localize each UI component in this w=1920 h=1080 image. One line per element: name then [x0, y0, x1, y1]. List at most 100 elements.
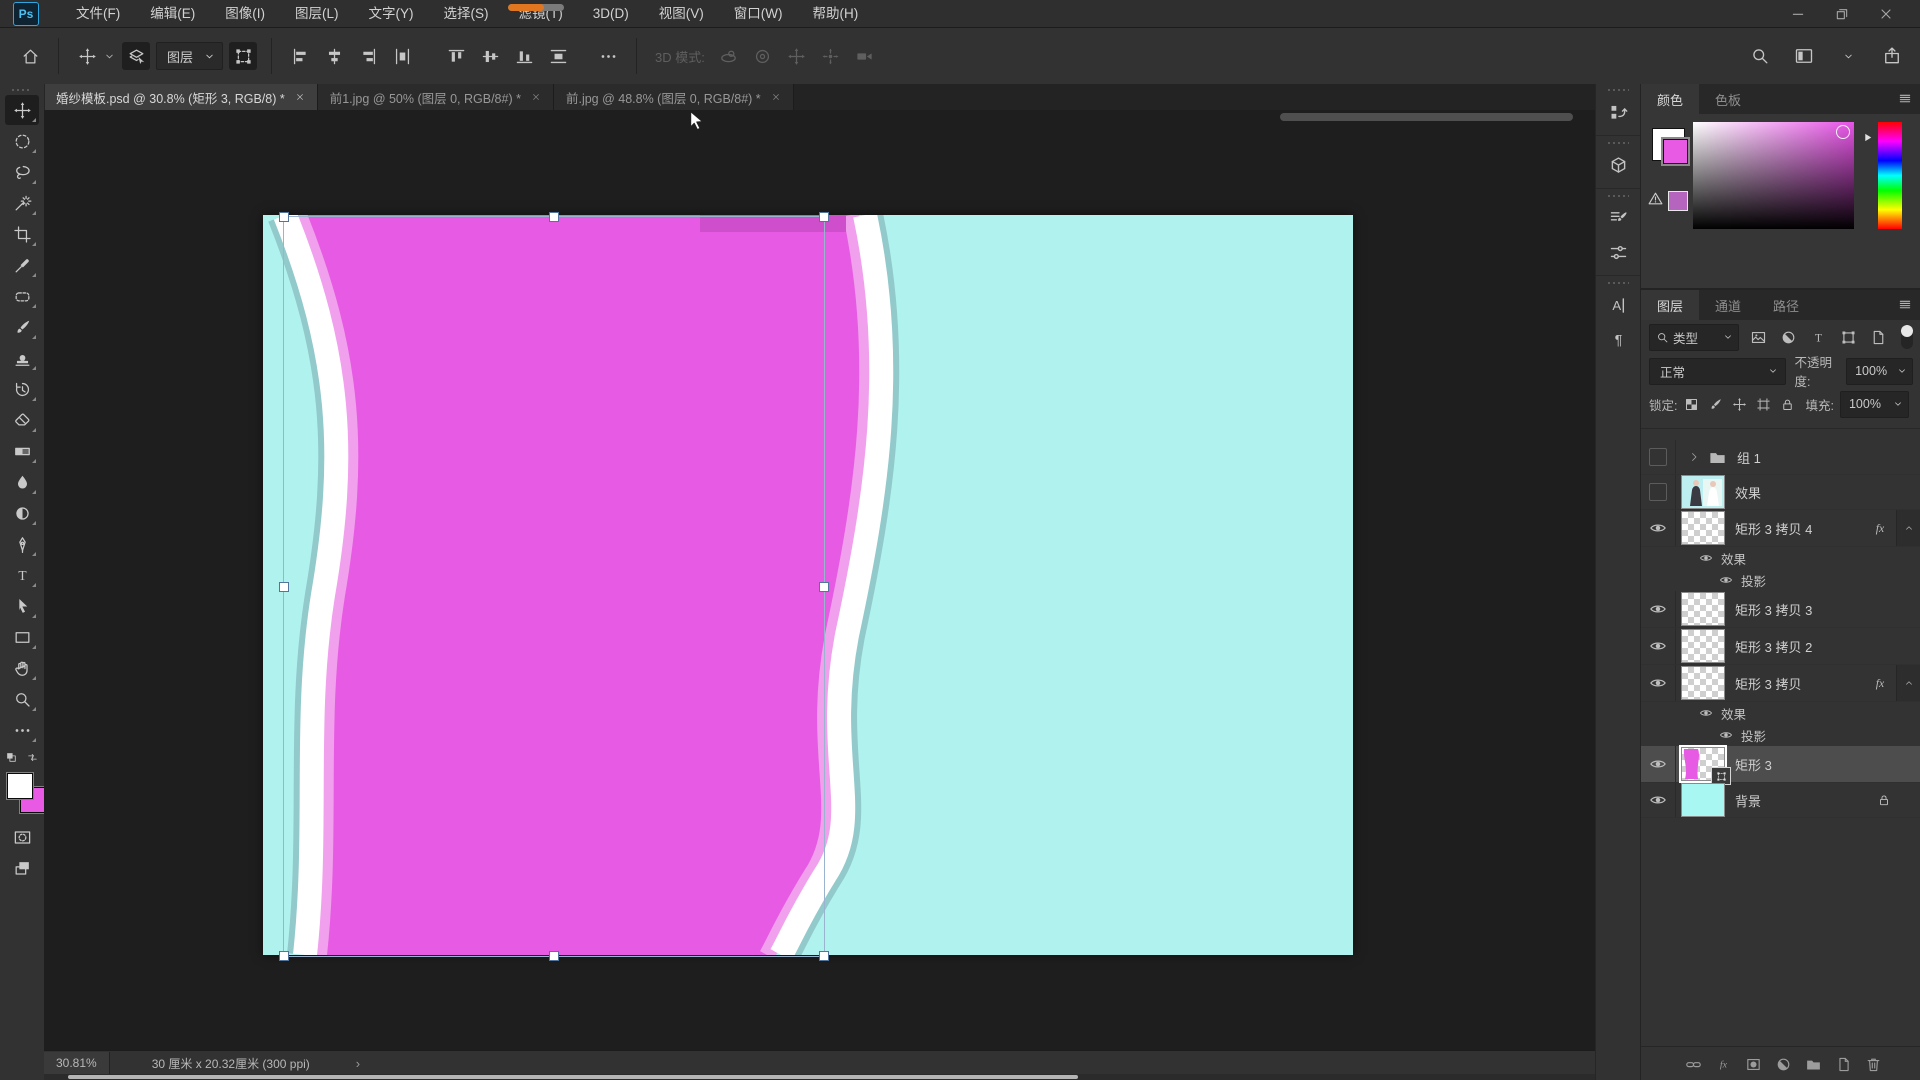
tab-色板[interactable]: 色板	[1699, 84, 1757, 114]
layer-thumbnail[interactable]	[1681, 666, 1725, 700]
lock-move-icon[interactable]	[1730, 397, 1749, 412]
distribute-h-icon[interactable]	[388, 42, 416, 70]
visibility-eye-icon[interactable]	[1641, 665, 1676, 701]
dock-3d-icon[interactable]	[1596, 148, 1641, 182]
layer-row[interactable]: 矩形 3 拷贝 3	[1641, 591, 1920, 628]
transform-handle[interactable]	[819, 212, 829, 222]
dock-history-icon[interactable]	[1596, 95, 1641, 129]
tab-颜色[interactable]: 颜色	[1641, 84, 1699, 114]
rect-tool-icon[interactable]	[5, 622, 39, 652]
mask-icon[interactable]	[1745, 1056, 1762, 1073]
menu-item-6[interactable]: 选择(S)	[429, 0, 504, 27]
tab-图层[interactable]: 图层	[1641, 290, 1699, 320]
fx-badge[interactable]: fx	[1870, 673, 1890, 693]
transform-handle[interactable]	[819, 951, 829, 961]
layer-row[interactable]: 效果	[1641, 475, 1920, 510]
more-tools-icon[interactable]	[5, 715, 39, 745]
document-tab-1[interactable]: 婚纱模板.psd @ 30.8% (矩形 3, RGB/8) *	[44, 84, 318, 110]
f-smart-icon[interactable]	[1869, 329, 1889, 346]
transform-handle[interactable]	[549, 212, 559, 222]
collapse-effects-icon[interactable]	[1896, 665, 1920, 701]
newlayer-icon[interactable]	[1835, 1056, 1852, 1073]
pen-tool-icon[interactable]	[5, 529, 39, 559]
more-icon[interactable]	[594, 42, 622, 70]
share-icon[interactable]	[1878, 42, 1906, 70]
menu-item-3[interactable]: 图像(I)	[210, 0, 280, 27]
visibility-checkbox[interactable]	[1641, 440, 1676, 474]
layer-thumbnail[interactable]	[1681, 592, 1725, 626]
swap-colors-icon[interactable]	[26, 751, 39, 764]
menu-item-5[interactable]: 文字(Y)	[354, 0, 429, 27]
visibility-checkbox[interactable]	[1641, 475, 1676, 509]
align-bottom-icon[interactable]	[510, 42, 538, 70]
panel-menu-icon[interactable]	[1897, 90, 1913, 106]
transform-handle[interactable]	[279, 582, 289, 592]
type-tool-icon[interactable]: T	[5, 560, 39, 590]
foreground-color-swatch[interactable]	[7, 773, 33, 799]
transform-icon[interactable]	[229, 42, 257, 70]
visibility-eye-icon[interactable]	[1641, 746, 1676, 782]
pan-3d-icon[interactable]	[783, 42, 811, 70]
background-color-swat[interactable]	[1663, 139, 1688, 164]
visibility-eye-icon[interactable]	[1699, 551, 1713, 565]
layer-row[interactable]: 组 1	[1641, 440, 1920, 475]
status-expander[interactable]: ›	[356, 1056, 360, 1071]
toolbar-grip[interactable]	[12, 89, 32, 91]
tab-通道[interactable]: 通道	[1699, 290, 1757, 320]
group-folder-icon[interactable]	[1805, 1056, 1822, 1073]
layer-effect-row[interactable]: 效果	[1641, 547, 1920, 569]
fx-icon[interactable]: fx	[1715, 1056, 1732, 1073]
fx-badge[interactable]: fx	[1870, 518, 1890, 538]
path-select-icon[interactable]	[5, 591, 39, 621]
filter-toggle[interactable]	[1901, 325, 1913, 349]
layer-thumbnail[interactable]	[1681, 747, 1725, 781]
f-shape-icon[interactable]	[1839, 329, 1859, 346]
visibility-eye-icon[interactable]	[1641, 628, 1676, 664]
close-button[interactable]	[1864, 0, 1908, 27]
close-icon[interactable]	[771, 92, 781, 102]
eyedropper-icon[interactable]	[5, 250, 39, 280]
visibility-eye-icon[interactable]	[1719, 573, 1733, 587]
dock-grip[interactable]	[1608, 282, 1629, 284]
align-left-icon[interactable]	[286, 42, 314, 70]
layer-thumbnail[interactable]	[1681, 629, 1725, 663]
orbit-3d-icon[interactable]	[715, 42, 743, 70]
hue-slider[interactable]	[1878, 122, 1902, 229]
workspace-icon[interactable]	[1790, 42, 1818, 70]
lasso-tool-icon[interactable]	[5, 157, 39, 187]
dock-brushsettings-icon[interactable]	[1596, 201, 1641, 235]
layer-thumbnail[interactable]	[1681, 511, 1725, 545]
dodge-tool-icon[interactable]	[5, 498, 39, 528]
slide-3d-icon[interactable]	[817, 42, 845, 70]
blend-mode-dropdown[interactable]: 正常	[1649, 358, 1786, 385]
auto-select-icon[interactable]	[122, 42, 150, 70]
zoom-tool-icon[interactable]	[5, 684, 39, 714]
zoom-level-field[interactable]: 30.81%	[44, 1052, 110, 1075]
scrollbar-thumb[interactable]	[68, 1075, 1078, 1079]
adjust-circle-icon[interactable]	[1775, 1056, 1792, 1073]
minimize-button[interactable]	[1776, 0, 1820, 27]
menu-item-8[interactable]: 3D(D)	[578, 0, 644, 27]
f-adjust-icon[interactable]	[1779, 329, 1799, 346]
scrollbar-horizontal-top[interactable]	[1280, 113, 1573, 121]
restore-button[interactable]	[1820, 0, 1864, 27]
crop-tool-icon[interactable]	[5, 219, 39, 249]
chevron-down-icon[interactable]	[103, 50, 116, 63]
menu-item-9[interactable]: 视图(V)	[644, 0, 719, 27]
layer-row[interactable]: 背景	[1641, 783, 1920, 818]
dock-grip[interactable]	[1608, 142, 1629, 144]
menu-item-10[interactable]: 窗口(W)	[719, 0, 798, 27]
transform-handle[interactable]	[279, 951, 289, 961]
align-top-icon[interactable]	[442, 42, 470, 70]
dock-grip[interactable]	[1608, 195, 1629, 197]
clone-stamp-icon[interactable]	[5, 343, 39, 373]
visibility-eye-icon[interactable]	[1719, 728, 1733, 742]
distribute-v-icon[interactable]	[544, 42, 572, 70]
default-colors-icon[interactable]	[5, 751, 18, 764]
layer-row[interactable]: 矩形 3	[1641, 746, 1920, 783]
lock-artboard-icon[interactable]	[1754, 397, 1773, 412]
move-tool-icon[interactable]	[5, 95, 39, 125]
lock-transparent-icon[interactable]	[1682, 397, 1701, 412]
eraser-tool-icon[interactable]	[5, 405, 39, 435]
menu-item-2[interactable]: 编辑(E)	[135, 0, 210, 27]
